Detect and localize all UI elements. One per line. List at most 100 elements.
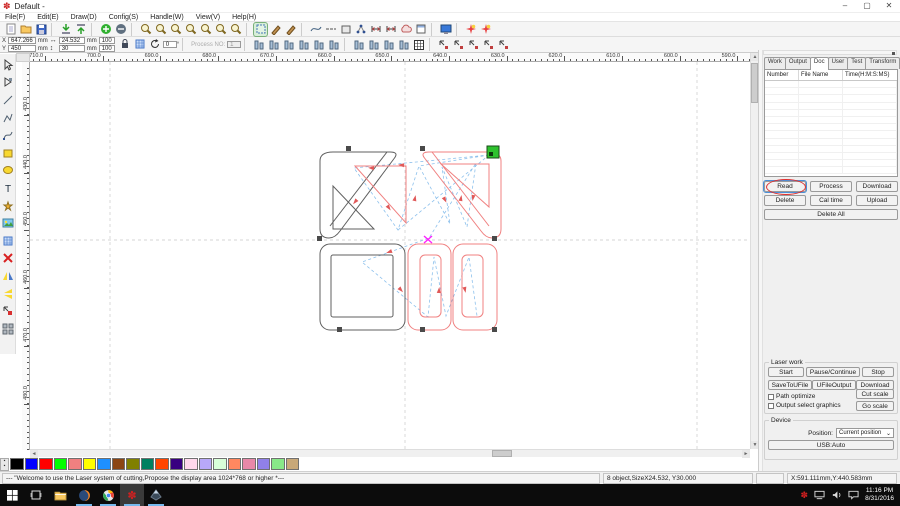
grid-capture-icon[interactable] <box>134 37 147 50</box>
height-input[interactable]: 30 <box>59 45 85 52</box>
table-row[interactable] <box>765 153 897 160</box>
node-edit-icon[interactable] <box>1 76 14 89</box>
tab-transform[interactable]: Transform <box>865 57 900 69</box>
track-pen-icon[interactable] <box>269 23 282 36</box>
scroll-right-arrow[interactable]: ► <box>742 450 750 458</box>
task-view-button[interactable] <box>24 484 48 506</box>
distribute-v-icon[interactable] <box>397 38 410 51</box>
path-optimize-checkbox[interactable] <box>768 394 774 400</box>
color-swatch-3[interactable] <box>54 458 68 470</box>
network-icon[interactable] <box>814 490 825 500</box>
color-swatch-8[interactable] <box>126 458 140 470</box>
zoom-all-icon[interactable] <box>199 23 212 36</box>
usb-auto-button[interactable]: USB:Auto <box>768 440 894 450</box>
table-row[interactable] <box>765 160 897 167</box>
height-percent-input[interactable]: 100 <box>99 45 115 52</box>
color-swatch-11[interactable] <box>170 458 184 470</box>
zoom-window-icon[interactable] <box>184 23 197 36</box>
table-row[interactable] <box>765 88 897 95</box>
grid-capture-icon[interactable] <box>1 234 14 247</box>
download-button[interactable]: Download <box>856 181 898 192</box>
bitmap-icon[interactable] <box>1 217 14 230</box>
color-swatch-6[interactable] <box>97 458 111 470</box>
lock-ratio-icon[interactable] <box>119 37 132 50</box>
table-row[interactable] <box>765 110 897 117</box>
save-to-ufile-button[interactable]: SaveToUFile <box>768 380 812 390</box>
distribute-h-icon[interactable] <box>382 38 395 51</box>
file-explorer-icon[interactable] <box>48 484 72 506</box>
tab-user[interactable]: User <box>828 57 849 69</box>
table-row[interactable] <box>765 139 897 146</box>
color-swatch-18[interactable] <box>271 458 285 470</box>
drawing-canvas[interactable] <box>30 62 750 450</box>
polyline-icon[interactable] <box>1 111 14 124</box>
weld-horizontal-icon[interactable] <box>384 23 397 36</box>
export-icon[interactable] <box>74 23 87 36</box>
width-percent-input[interactable]: 100 <box>99 37 115 44</box>
ufile-output-button[interactable]: UFileOutput <box>812 380 856 390</box>
select-icon[interactable] <box>1 58 14 71</box>
color-swatch-16[interactable] <box>242 458 256 470</box>
rotate-angle-icon[interactable] <box>149 37 162 50</box>
open-file-icon[interactable] <box>19 23 32 36</box>
same-width-icon[interactable] <box>352 38 365 51</box>
cut-scale-button[interactable]: Cut scale <box>856 389 894 399</box>
set-dash-icon[interactable] <box>324 23 337 36</box>
minimize-button[interactable]: – <box>834 0 856 12</box>
table-row[interactable] <box>765 117 897 124</box>
palette-more-button[interactable]: ▪▪ <box>0 458 9 471</box>
width-input[interactable]: 24.532 <box>59 37 85 44</box>
start-button[interactable]: Start <box>768 367 804 377</box>
tab-test[interactable]: Test <box>847 57 866 69</box>
color-swatch-17[interactable] <box>257 458 271 470</box>
align-center-h-icon[interactable] <box>312 38 325 51</box>
table-row[interactable] <box>765 95 897 102</box>
menu-view[interactable]: View(V) <box>196 14 220 21</box>
zoom-add-icon[interactable] <box>99 23 112 36</box>
x-position-input[interactable]: 647.266 <box>8 37 36 44</box>
read-button[interactable]: Read <box>764 181 806 192</box>
output-select-checkbox[interactable] <box>768 403 774 409</box>
position-dropdown[interactable]: Current position ⌄ <box>836 428 894 438</box>
table-row[interactable] <box>765 81 897 88</box>
smooth-curve-icon[interactable] <box>309 23 322 36</box>
zoom-out-icon[interactable] <box>154 23 167 36</box>
color-swatch-14[interactable] <box>213 458 227 470</box>
stop-button[interactable]: Stop <box>862 367 894 377</box>
laser-start-marker[interactable] <box>487 146 499 158</box>
datum-icon[interactable] <box>1 305 14 318</box>
zoom-selection-icon[interactable] <box>214 23 227 36</box>
menu-file[interactable]: File(F) <box>5 14 25 21</box>
same-height-icon[interactable] <box>367 38 380 51</box>
mirror-horizontal-icon[interactable] <box>1 269 14 282</box>
output-simulate-icon[interactable] <box>464 23 477 36</box>
black-layer-shapes[interactable] <box>320 152 405 330</box>
panel-horizontal-scrollbar[interactable] <box>763 50 897 55</box>
pause-continue-button[interactable]: Pause/Continue <box>806 367 860 377</box>
align-right-icon[interactable] <box>267 38 280 51</box>
star-icon[interactable] <box>1 199 14 212</box>
color-swatch-1[interactable] <box>25 458 39 470</box>
color-swatch-9[interactable] <box>141 458 155 470</box>
go-scale-button[interactable]: Go scale <box>856 401 894 411</box>
new-file-icon[interactable] <box>4 23 17 36</box>
node-check-icon[interactable] <box>354 23 367 36</box>
zoom-pan-icon[interactable] <box>139 23 152 36</box>
tab-output[interactable]: Output <box>785 57 811 69</box>
firefox-icon[interactable] <box>72 484 96 506</box>
delete-button[interactable]: Delete <box>764 195 806 206</box>
mirror-vertical-icon[interactable] <box>1 287 14 300</box>
close-button[interactable]: ✕ <box>878 0 900 12</box>
menu-handle[interactable]: Handle(W) <box>150 14 183 21</box>
zoom-screen-icon[interactable] <box>229 23 242 36</box>
cloud-offset-icon[interactable] <box>399 23 412 36</box>
tray-rdworks-icon[interactable]: ✽ <box>801 490 809 501</box>
action-center-icon[interactable] <box>848 490 859 500</box>
save-file-icon[interactable] <box>34 23 47 36</box>
canvas-horizontal-scrollbar[interactable]: ◄ ► <box>30 449 750 457</box>
volume-icon[interactable] <box>831 490 842 500</box>
rect-check-icon[interactable] <box>339 23 352 36</box>
panel-scroll-strip[interactable] <box>759 50 763 471</box>
y-position-input[interactable]: 450 <box>8 45 36 52</box>
inkscape-icon[interactable] <box>144 484 168 506</box>
